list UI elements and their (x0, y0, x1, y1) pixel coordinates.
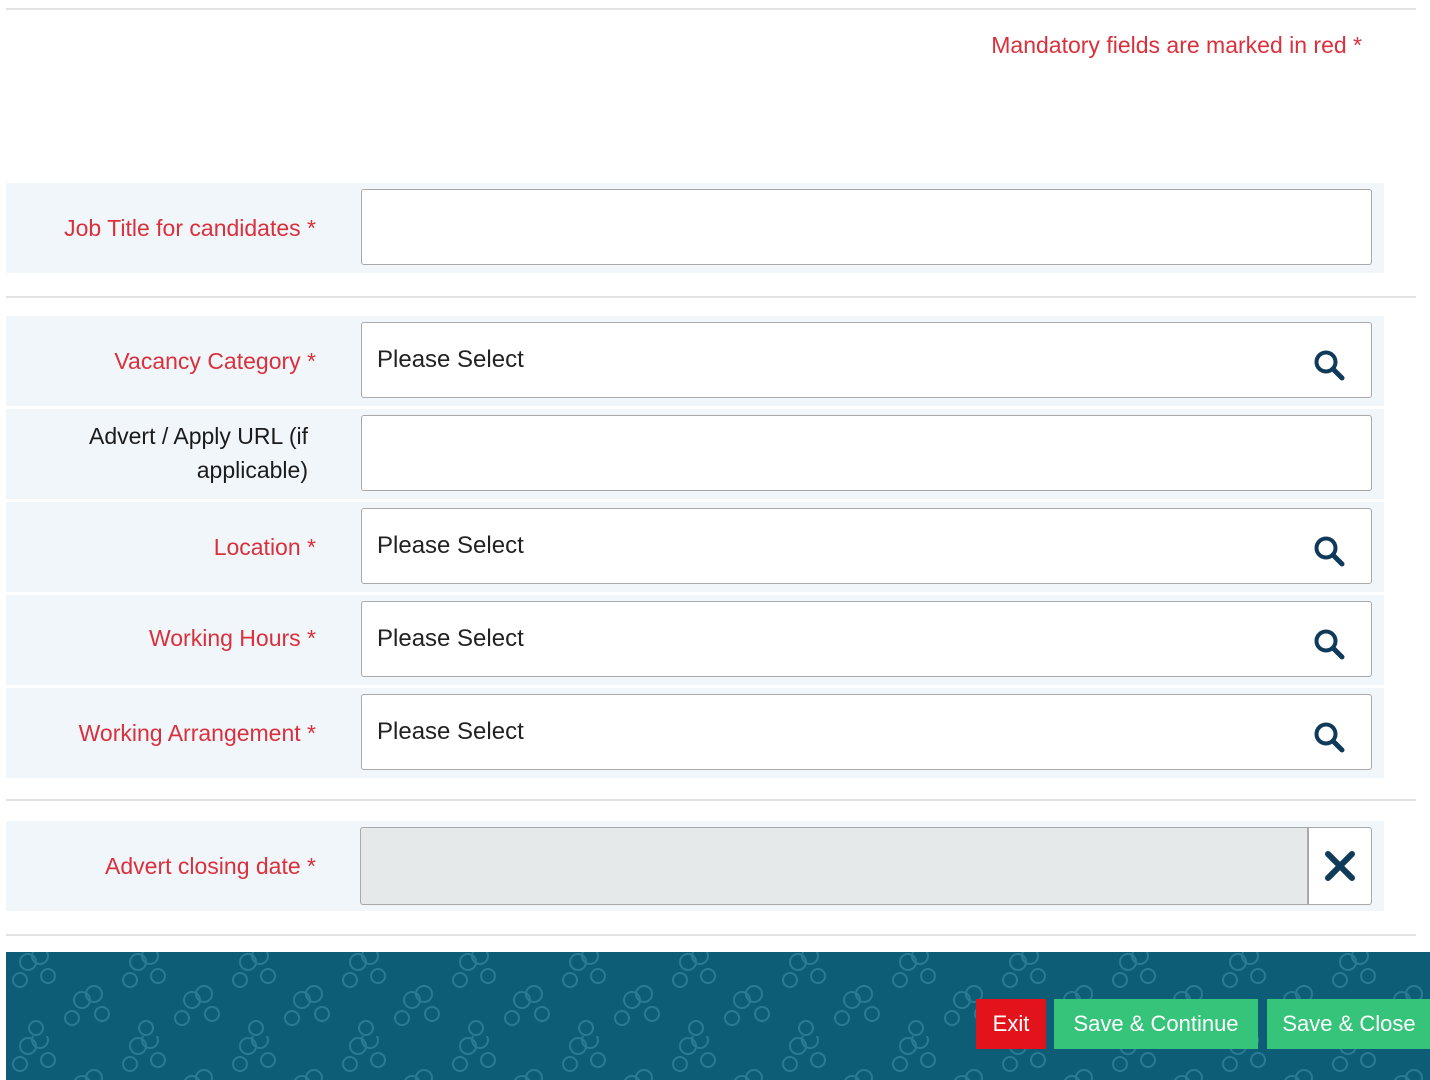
working-hours-select[interactable]: Please Select (361, 601, 1372, 677)
job-title-input[interactable] (361, 189, 1372, 265)
close-icon (1325, 851, 1355, 881)
search-icon[interactable] (1313, 628, 1345, 660)
working-hours-label: Working Hours * (148, 625, 316, 651)
location-value: Please Select (377, 532, 524, 559)
job-title-label: Job Title for candidates * (64, 215, 316, 241)
mandatory-note: Mandatory fields are marked in red * (991, 32, 1362, 58)
vacancy-form-page: Mandatory fields are marked in red * Job… (0, 0, 1430, 1080)
working-arrangement-select[interactable]: Please Select (361, 694, 1372, 770)
location-select[interactable]: Please Select (361, 508, 1372, 584)
advert-closing-date-input[interactable] (360, 827, 1308, 905)
save-close-button[interactable]: Save & Close (1267, 999, 1430, 1049)
row-working-arrangement: Working Arrangement * Please Select (6, 688, 1384, 778)
search-icon[interactable] (1313, 535, 1345, 567)
row-vacancy-category: Vacancy Category * Please Select (6, 316, 1384, 406)
advert-url-label: Advert / Apply URL (if applicable) (6, 419, 308, 487)
clear-date-button[interactable] (1308, 827, 1372, 905)
advert-url-label-line2: applicable) (196, 457, 308, 483)
footer-bar: Exit Save & Continue Save & Close (6, 952, 1430, 1080)
working-arrangement-value: Please Select (377, 718, 524, 745)
row-job-title: Job Title for candidates * (6, 183, 1384, 273)
divider (6, 296, 1416, 298)
exit-button[interactable]: Exit (976, 999, 1046, 1049)
vacancy-category-select[interactable]: Please Select (361, 322, 1372, 398)
search-icon[interactable] (1313, 349, 1345, 381)
working-hours-value: Please Select (377, 625, 524, 652)
row-location: Location * Please Select (6, 502, 1384, 592)
row-advert-url: Advert / Apply URL (if applicable) (6, 409, 1384, 499)
row-advert-closing-date: Advert closing date * (6, 821, 1384, 911)
divider (6, 799, 1416, 801)
divider (6, 8, 1416, 10)
advert-closing-date-label: Advert closing date * (105, 853, 316, 879)
search-icon[interactable] (1313, 721, 1345, 753)
save-continue-button[interactable]: Save & Continue (1054, 999, 1258, 1049)
vacancy-category-value: Please Select (377, 346, 524, 373)
vacancy-category-label: Vacancy Category * (114, 348, 316, 374)
advert-url-input[interactable] (361, 415, 1372, 491)
location-label: Location * (213, 534, 316, 560)
working-arrangement-label: Working Arrangement * (78, 720, 316, 746)
advert-url-label-line1: Advert / Apply URL (if (88, 423, 308, 449)
divider (6, 934, 1416, 936)
row-working-hours: Working Hours * Please Select (6, 595, 1384, 685)
